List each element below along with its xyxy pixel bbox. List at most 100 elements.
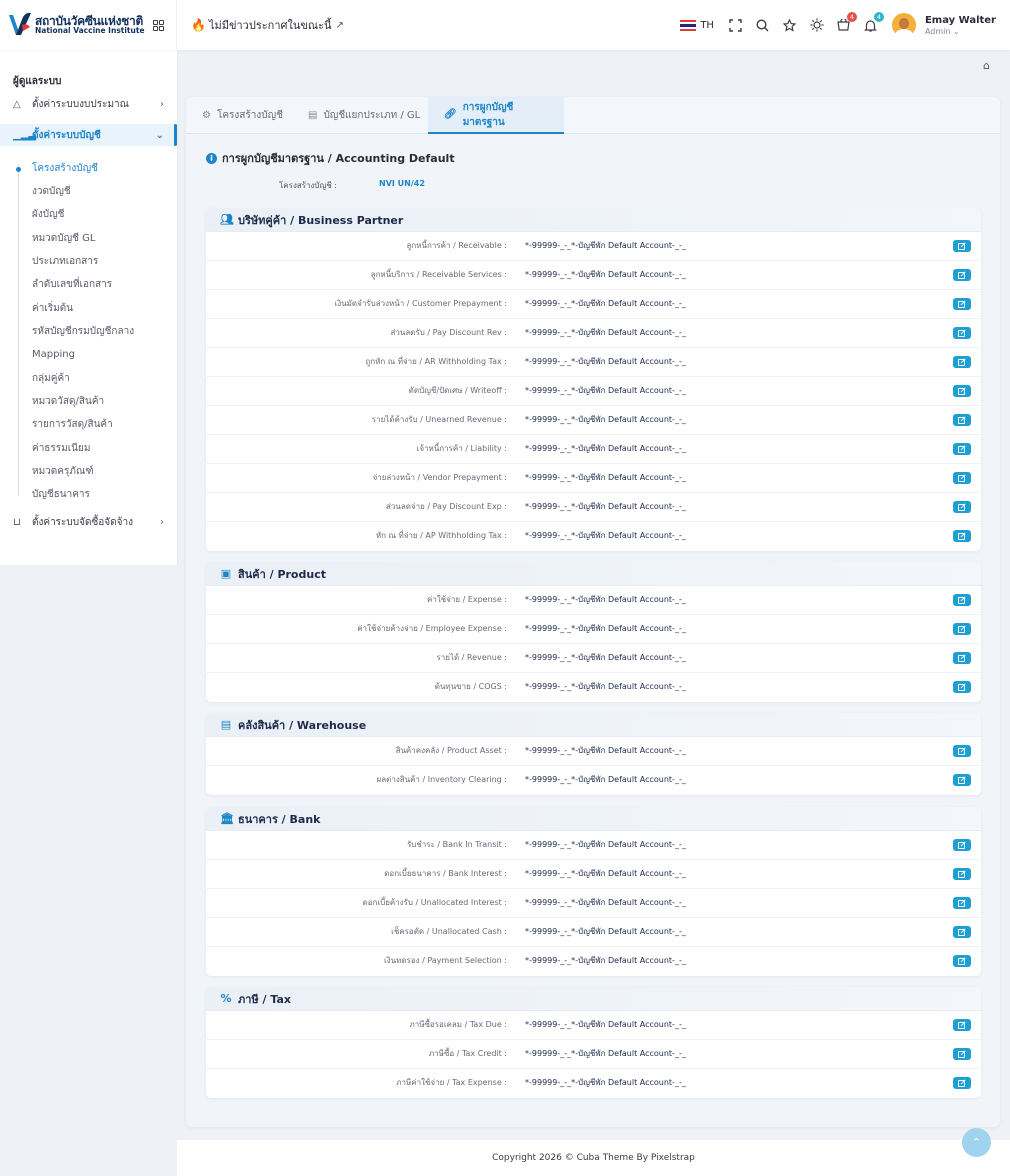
- group-header: 🏛︎ ธนาคาร / Bank: [206, 807, 981, 831]
- account-label: หัก ณ ที่จ่าย / AP Withholding Tax :: [375, 531, 507, 540]
- edit-button[interactable]: [953, 530, 971, 542]
- account-value: *-99999-_-_*-บัญชีพัก Default Account-_-…: [525, 869, 686, 878]
- edit-button[interactable]: [953, 868, 971, 880]
- submenu-item[interactable]: ประเภทเอกสาร: [32, 255, 98, 269]
- edit-button[interactable]: [953, 926, 971, 938]
- edit-icon: [958, 416, 966, 424]
- edit-button[interactable]: [953, 385, 971, 397]
- edit-button[interactable]: [953, 356, 971, 368]
- submenu-item[interactable]: บัญชีธนาคาร: [32, 488, 90, 502]
- account-value: *-99999-_-_*-บัญชีพัก Default Account-_-…: [525, 595, 686, 604]
- edit-button[interactable]: [953, 1077, 971, 1089]
- submenu-item[interactable]: Mapping: [32, 348, 75, 362]
- cart-icon[interactable]: 4: [836, 12, 857, 33]
- edit-button[interactable]: [953, 774, 971, 786]
- edit-button[interactable]: [953, 623, 971, 635]
- submenu-item[interactable]: โครงสร้างบัญชี: [32, 162, 98, 176]
- group-header: % ภาษี / Tax: [206, 987, 981, 1011]
- edit-button[interactable]: [953, 269, 971, 281]
- account-label: ค่าใช้จ่ายค้างจ่าย / Employee Expense :: [357, 624, 507, 633]
- edit-button[interactable]: [953, 327, 971, 339]
- account-value: *-99999-_-_*-บัญชีพัก Default Account-_-…: [525, 682, 686, 691]
- fullscreen-icon[interactable]: [728, 17, 744, 33]
- edit-button[interactable]: [953, 443, 971, 455]
- account-row: ต้นทุนขาย / COGS : *-99999-_-_*-บัญชีพัก …: [206, 673, 981, 702]
- edit-button[interactable]: [953, 298, 971, 310]
- edit-icon: [958, 503, 966, 511]
- tab-account-structure[interactable]: ⚙ โครงสร้างบัญชี: [192, 97, 293, 134]
- edit-button[interactable]: [953, 955, 971, 967]
- structure-value: NVI UN/42: [379, 179, 425, 188]
- edit-button[interactable]: [953, 652, 971, 664]
- edit-button[interactable]: [953, 240, 971, 252]
- edit-button[interactable]: [953, 1048, 971, 1060]
- edit-button[interactable]: [953, 839, 971, 851]
- news-ticker[interactable]: 🔥 ไม่มีข่าวประกาศในขณะนี้ ↗: [191, 16, 344, 34]
- submenu-item[interactable]: กลุ่มคู่ค้า: [32, 372, 70, 386]
- edit-button[interactable]: [953, 745, 971, 757]
- sidebar: ผู้ดูแลระบบ △ ตั้งค่าระบบงบประมาณ › ▁▂▃ …: [0, 50, 177, 565]
- submenu-item[interactable]: ค่าธรรมเนียม: [32, 442, 90, 456]
- edit-button[interactable]: [953, 501, 971, 513]
- thai-flag-icon[interactable]: [680, 19, 697, 31]
- account-value: *-99999-_-_*-บัญชีพัก Default Account-_-…: [525, 1020, 686, 1029]
- book-icon: ▤: [308, 110, 318, 121]
- account-row: ค่าใช้จ่าย / Expense : *-99999-_-_*-บัญชี…: [206, 586, 981, 615]
- edit-button[interactable]: [953, 414, 971, 426]
- edit-icon: [958, 358, 966, 366]
- edit-button[interactable]: [953, 681, 971, 693]
- account-label: ตัดบัญชี/ปัดเศษ / Writeoff :: [408, 386, 507, 395]
- sidebar-item-budget[interactable]: △ ตั้งค่าระบบงบประมาณ ›: [0, 93, 177, 115]
- edit-button[interactable]: [953, 594, 971, 606]
- logo-area: สถาบันวัคซีนแห่งชาติ National Vaccine In…: [0, 0, 177, 50]
- edit-button[interactable]: [953, 1019, 971, 1031]
- active-dot: [16, 167, 21, 172]
- submenu-item[interactable]: รหัสบัญชีกรมบัญชีกลาง: [32, 325, 134, 339]
- submenu-item[interactable]: ค่าเริ่มต้น: [32, 302, 73, 316]
- user-menu[interactable]: Emay Walter Admin ⌄: [925, 15, 996, 36]
- home-icon[interactable]: ⌂: [983, 59, 990, 72]
- scroll-to-top-button[interactable]: ⌃: [962, 1128, 991, 1157]
- search-icon[interactable]: [755, 17, 771, 33]
- edit-button[interactable]: [953, 897, 971, 909]
- basket-icon: ⊔: [13, 516, 21, 528]
- theme-sun-icon[interactable]: [809, 17, 825, 33]
- submenu-item[interactable]: รายการวัสดุ/สินค้า: [32, 418, 113, 432]
- account-group: 👥︎ บริษัทคู่ค้า / Business Partner ลูกหนี้…: [206, 208, 981, 551]
- submenu-item[interactable]: ผังบัญชี: [32, 208, 64, 222]
- tab-general-ledger[interactable]: ▤ บัญชีแยกประเภท / GL: [298, 97, 430, 134]
- submenu-item[interactable]: หมวดบัญชี GL: [32, 232, 95, 246]
- account-label: ดอกเบี้ยธนาคาร / Bank Interest :: [384, 869, 507, 878]
- account-row: ส่วนลดรับ / Pay Discount Rev : *-99999-_-…: [206, 319, 981, 348]
- account-value: *-99999-_-_*-บัญชีพัก Default Account-_-…: [525, 531, 686, 540]
- account-label: เงินมัดจำรับล่วงหน้า / Customer Prepayme…: [334, 299, 507, 308]
- submenu-item[interactable]: งวดบัญชี: [32, 185, 71, 199]
- submenu-item[interactable]: หมวดวัสดุ/สินค้า: [32, 395, 104, 409]
- account-row: สินค้าคงคลัง / Product Asset : *-99999-_-…: [206, 737, 981, 766]
- cart-badge: 4: [846, 12, 857, 22]
- account-row: รายได้ค้างรับ / Unearned Revenue : *-9999…: [206, 406, 981, 435]
- edit-button[interactable]: [953, 472, 971, 484]
- sidebar-item-procurement[interactable]: ⊔ ตั้งค่าระบบจัดซื้อจัดจ้าง ›: [0, 511, 177, 533]
- bell-icon[interactable]: 4: [863, 12, 884, 33]
- account-row: เช็ครอตัด / Unallocated Cash : *-99999-_-…: [206, 918, 981, 947]
- account-label: ส่วนลดรับ / Pay Discount Rev :: [390, 328, 508, 337]
- edit-icon: [958, 532, 966, 540]
- avatar[interactable]: [891, 13, 916, 37]
- app-grid-icon[interactable]: [152, 19, 164, 31]
- star-icon[interactable]: [782, 17, 798, 33]
- language-selector[interactable]: TH: [700, 20, 714, 31]
- group-header: ▤ คลังสินค้า / Warehouse: [206, 713, 981, 737]
- warehouse-icon: ▤: [220, 718, 232, 731]
- user-role: Admin: [924, 26, 951, 36]
- tab-label: โครงสร้างบัญชี: [216, 110, 283, 121]
- chevron-down-icon: ⌄: [155, 129, 164, 141]
- edit-icon: [958, 841, 966, 849]
- account-label: เงินทดรอง / Payment Selection :: [383, 956, 507, 965]
- tab-accounting-default[interactable]: 🔗︎ การผูกบัญชีมาตรฐาน: [428, 97, 564, 134]
- account-row: ผลต่างสินค้า / Inventory Clearing : *-999…: [206, 766, 981, 795]
- submenu-item[interactable]: ลำดับเลขที่เอกสาร: [32, 278, 112, 292]
- submenu-item[interactable]: หมวดครุภัณฑ์: [32, 465, 94, 479]
- sidebar-item-accounting[interactable]: ▁▂▃ ตั้งค่าระบบบัญชี ⌄: [0, 124, 177, 146]
- group-header: 👥︎ บริษัทคู่ค้า / Business Partner: [206, 208, 981, 232]
